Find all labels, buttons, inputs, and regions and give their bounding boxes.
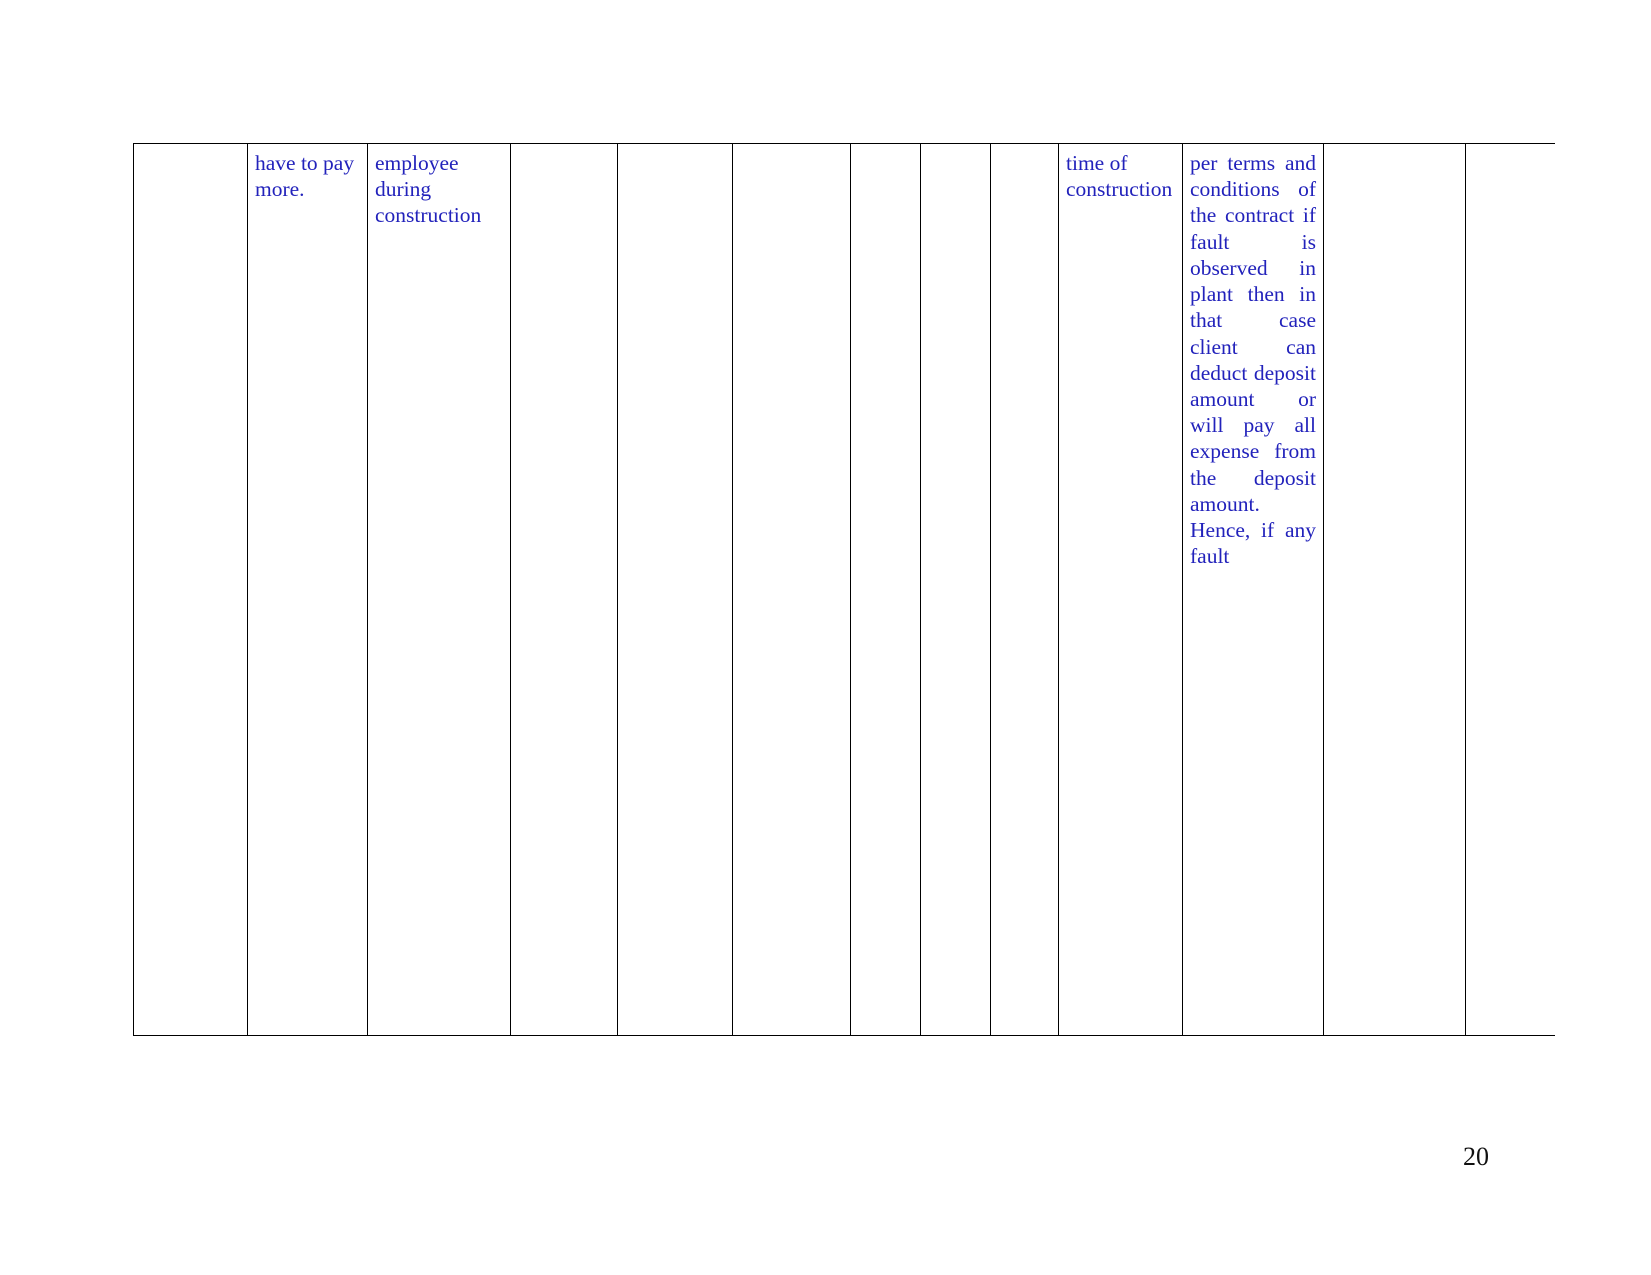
table-cell-11-narrative: per terms and conditions of the contract… xyxy=(1182,143,1324,1036)
table-cell-12 xyxy=(1323,143,1466,1036)
table-cell-2: have to pay more. xyxy=(247,143,368,1036)
table-cell-3: employee during construction xyxy=(367,143,511,1036)
page-number: 20 xyxy=(1463,1142,1489,1171)
table-cell-4 xyxy=(510,143,618,1036)
table-container: have to pay more. employee during constr… xyxy=(133,143,1555,1036)
table-cell-7 xyxy=(850,143,921,1036)
table-cell-13 xyxy=(1465,143,1555,1036)
table-cell-9 xyxy=(990,143,1059,1036)
data-table: have to pay more. employee during constr… xyxy=(133,143,1555,1036)
table-cell-5 xyxy=(617,143,733,1036)
narrative-text: per terms and conditions of the contract… xyxy=(1190,151,1316,569)
document-page: have to pay more. employee during constr… xyxy=(0,0,1651,1275)
table-cell-6 xyxy=(732,143,851,1036)
table-cell-10: time of construction xyxy=(1058,143,1183,1036)
table-cell-8 xyxy=(920,143,991,1036)
table-row: have to pay more. employee during constr… xyxy=(133,143,1555,1036)
table-cell-1 xyxy=(133,143,248,1036)
